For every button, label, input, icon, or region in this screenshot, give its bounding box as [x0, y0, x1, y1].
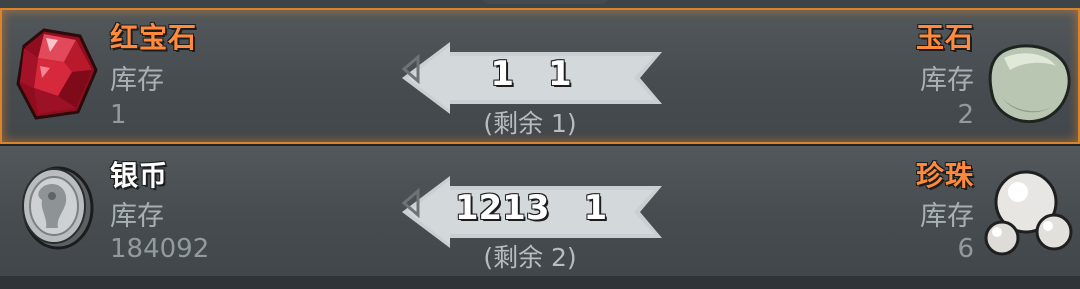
- previous-row-edge: [0, 0, 1080, 8]
- get-stock-label: 库存: [920, 201, 974, 232]
- next-row-edge: [0, 276, 1080, 289]
- get-item-name: 珍珠: [915, 159, 974, 192]
- get-stock-label: 库存: [920, 65, 974, 96]
- get-amount: 1: [583, 188, 608, 228]
- trade-ratio: 11: [400, 54, 662, 94]
- give-stock-label: 库存: [110, 65, 164, 96]
- silver-coin-icon: [16, 162, 98, 258]
- give-amount: 1213: [454, 188, 550, 228]
- pearl-icon: [984, 164, 1076, 264]
- get-stock-value: 6: [957, 234, 974, 264]
- ruby-icon: [14, 26, 100, 126]
- give-amount: 1: [490, 54, 514, 94]
- give-stock-label: 库存: [110, 201, 164, 232]
- get-amount: 1: [548, 54, 572, 94]
- give-stock-value: 1: [110, 100, 127, 130]
- give-item-name: 银币: [110, 159, 169, 192]
- get-item-name: 玉石: [915, 21, 974, 54]
- give-item-name: 红宝石: [110, 21, 198, 54]
- trade-panel: 红宝石 库存 1 11 (剩余 1) 玉石 库存 2 银币 库存 184092 …: [0, 0, 1080, 289]
- remaining-count: (剩余 2): [483, 243, 577, 272]
- jade-icon: [986, 42, 1072, 128]
- trade-row-ruby-jade[interactable]: 红宝石 库存 1 11 (剩余 1) 玉石 库存 2: [0, 8, 1080, 146]
- give-stock-value: 184092: [110, 234, 210, 264]
- trade-row-silver-pearl[interactable]: 银币 库存 184092 1213 1 (剩余 2) 珍珠 库存 6: [0, 146, 1080, 278]
- trade-ratio: 1213 1: [400, 188, 662, 228]
- get-stock-value: 2: [957, 100, 974, 130]
- remaining-count: (剩余 1): [483, 109, 577, 138]
